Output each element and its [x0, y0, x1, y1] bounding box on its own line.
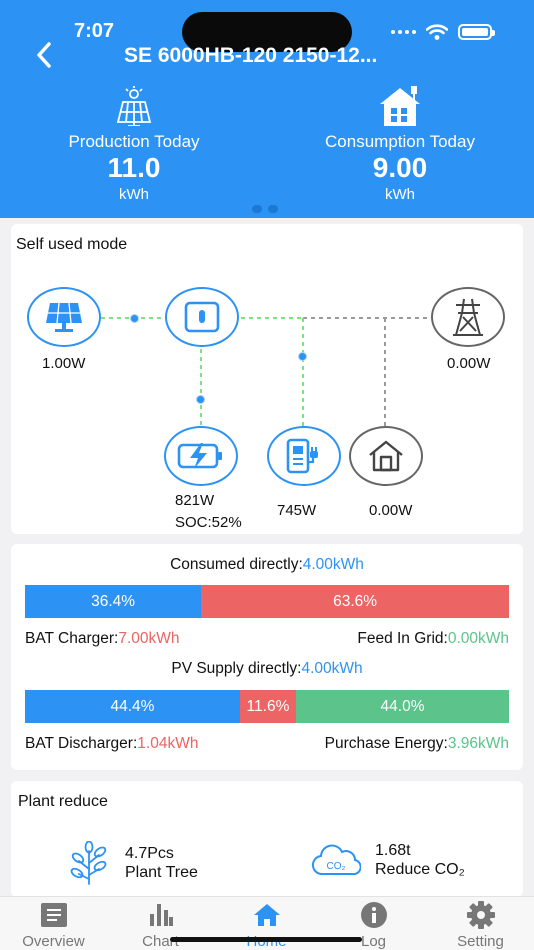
bar2-segment-red: 11.6%: [239, 690, 297, 723]
tab-setting-label: Setting: [457, 933, 504, 950]
tree-icon: [70, 841, 107, 885]
home-load-node[interactable]: [349, 426, 423, 486]
wifi-icon: [426, 24, 448, 40]
pv-supply-label: PV Supply directly:: [171, 660, 302, 677]
bar2-segment-green: 44.0%: [296, 690, 509, 723]
house-icon: [369, 440, 403, 472]
reduce-co2-label: Reduce CO₂: [375, 861, 465, 878]
tab-overview-label: Overview: [22, 933, 85, 950]
bar1-segment-blue: 36.4%: [25, 585, 202, 618]
device-title: SE 6000HB-120 2150-12...: [124, 44, 378, 67]
co2-badge-text: CO₂: [327, 861, 346, 872]
bar1-segment-red: 63.6%: [201, 585, 509, 618]
plant-tree-value: 4.7Pcs: [125, 845, 174, 862]
purchase-energy-label: Purchase Energy:: [324, 735, 448, 752]
pv-supply-value: 4.00kWh: [301, 660, 363, 677]
tab-log[interactable]: Log: [320, 901, 427, 950]
feed-in-grid-label: Feed In Grid:: [357, 630, 448, 647]
plant-reduce-card: Plant reduce 4.7Pcs Plant Tree CO₂ 1.68t…: [11, 781, 523, 897]
production-label: Production Today: [68, 132, 200, 151]
battery-status-icon: [458, 24, 495, 40]
reduce-co2-stat: CO₂ 1.68t Reduce CO₂: [311, 841, 465, 879]
signal-icon: [391, 30, 416, 34]
overview-icon: [40, 903, 67, 927]
flow-dot: [130, 314, 139, 323]
co2-cloud-icon: CO₂: [312, 844, 361, 876]
gear-icon: [466, 901, 495, 929]
bat-discharger-label: BAT Discharger:: [25, 735, 138, 752]
consumption-unit: kWh: [385, 186, 415, 203]
production-today: Production Today 11.0 kWh: [46, 80, 222, 203]
ev-charger-icon: [286, 438, 318, 474]
home-indicator: [170, 937, 362, 942]
consumed-directly-row: Consumed directly:4.00kWh: [11, 556, 523, 574]
status-icons: [391, 24, 495, 40]
inverter-node[interactable]: [165, 287, 239, 347]
tab-home[interactable]: Home: [213, 901, 320, 950]
header: 7:07 SE 6000HB-120 2150-12... Production…: [0, 0, 534, 218]
page-indicator[interactable]: [252, 205, 278, 213]
solar-roof-icon: [116, 86, 152, 126]
tab-setting[interactable]: Setting: [427, 901, 534, 950]
tab-chart[interactable]: Chart: [107, 901, 214, 950]
inverter-icon: [184, 301, 220, 333]
info-icon: [360, 902, 387, 928]
bat-charger-label: BAT Charger:: [25, 630, 119, 647]
battery-power: 821W: [175, 492, 215, 509]
battery-node[interactable]: [164, 426, 238, 486]
production-value: 11.0: [107, 152, 161, 183]
supply-share-bar: 44.4% 11.6% 44.0%: [25, 690, 509, 723]
plant-reduce-title: Plant reduce: [18, 793, 108, 810]
back-chevron-icon[interactable]: [30, 40, 60, 70]
pv-node[interactable]: [27, 287, 101, 347]
bat-discharger-value: 1.04kWh: [137, 735, 199, 752]
bar-chart-icon: [149, 904, 173, 926]
consumed-directly-label: Consumed directly:: [170, 556, 303, 573]
bat-charger-value: 7.00kWh: [118, 630, 180, 647]
solar-panel-icon: [46, 302, 82, 332]
consumption-share-bar: 36.4% 63.6%: [25, 585, 509, 618]
backup-load-node[interactable]: [267, 426, 341, 486]
production-unit: kWh: [119, 186, 149, 203]
pv-supply-row: PV Supply directly:4.00kWh: [11, 660, 523, 678]
consumption-value: 9.00: [372, 152, 428, 183]
consumed-directly-value: 4.00kWh: [302, 556, 364, 573]
plant-tree-stat: 4.7Pcs Plant Tree: [67, 841, 198, 885]
battery-soc: SOC:52%: [175, 514, 242, 531]
backup-load-power: 745W: [277, 502, 317, 519]
grid-node[interactable]: [431, 287, 505, 347]
bar2-segment-blue: 44.4%: [25, 690, 240, 723]
flow-dot: [298, 352, 307, 361]
house-plug-icon: [380, 86, 420, 126]
flow-dot: [196, 395, 205, 404]
grid-power: 0.00W: [447, 355, 491, 372]
feed-in-grid-value: 0.00kWh: [447, 630, 509, 647]
battery-charging-icon: [177, 443, 222, 469]
home-load-power: 0.00W: [369, 502, 413, 519]
consumption-today: Consumption Today 9.00 kWh: [308, 80, 492, 203]
tab-overview[interactable]: Overview: [0, 901, 107, 950]
discharger-purchase-row: BAT Discharger:1.04kWh Purchase Energy:3…: [25, 735, 509, 753]
charger-feed-row: BAT Charger:7.00kWh Feed In Grid:0.00kWh: [25, 630, 509, 648]
power-tower-icon: [453, 298, 483, 336]
pv-power: 1.00W: [42, 355, 86, 372]
plant-tree-label: Plant Tree: [125, 864, 198, 881]
flow-lines: [101, 317, 431, 426]
energy-summary-card: Consumed directly:4.00kWh 36.4% 63.6% BA…: [11, 544, 523, 770]
consumption-label: Consumption Today: [325, 132, 475, 151]
home-icon: [253, 904, 280, 926]
purchase-energy-value: 3.96kWh: [447, 735, 509, 752]
status-time: 7:07: [74, 20, 115, 42]
reduce-co2-value: 1.68t: [375, 842, 411, 859]
energy-flow-card: Self used mode 1.00W 0.00W 821W SOC:52% …: [11, 224, 523, 534]
